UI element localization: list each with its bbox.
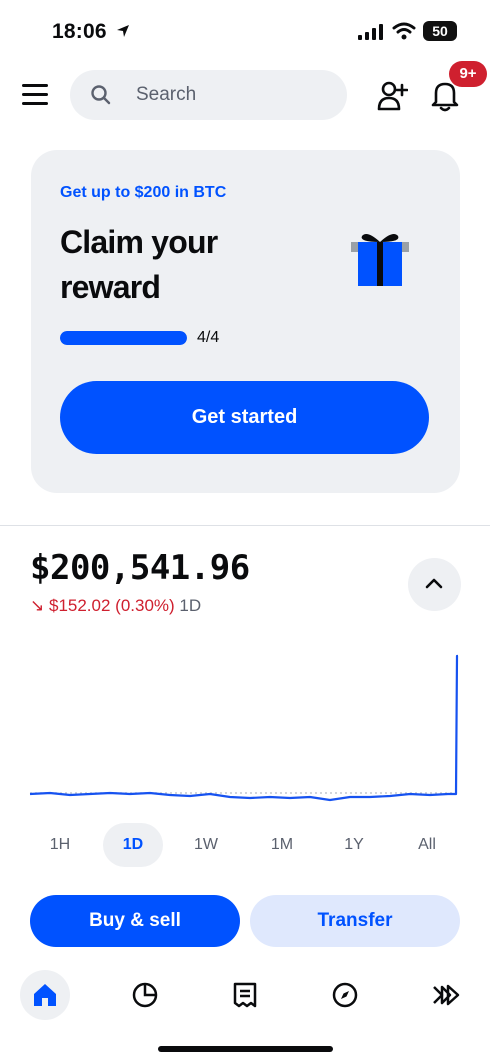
chart-line [29, 654, 459, 802]
search-icon [91, 85, 111, 105]
time-range-selector: 1H 1D 1W 1M 1Y All [30, 823, 460, 867]
location-arrow-icon [117, 25, 129, 37]
home-indicator [158, 1046, 333, 1052]
range-1h[interactable]: 1H [30, 823, 90, 867]
range-1d[interactable]: 1D [103, 823, 163, 867]
portfolio-icon [132, 982, 158, 1008]
tab-explore[interactable] [320, 965, 370, 1025]
home-icon [34, 984, 56, 1006]
balance-change: ↘ $152.02 (0.30%) 1D [30, 596, 201, 616]
change-period: 1D [179, 596, 202, 615]
search-placeholder: Search [136, 84, 197, 105]
gift-icon [351, 234, 409, 286]
section-divider [0, 525, 490, 526]
transfer-button[interactable]: Transfer [250, 895, 460, 947]
range-1y[interactable]: 1Y [324, 823, 384, 867]
reward-promo-card: Get up to $200 in BTC Claim your reward … [31, 150, 460, 493]
bottom-nav [0, 965, 490, 1025]
status-time: 18:06 [52, 20, 107, 43]
trade-icon [433, 984, 460, 1006]
cellular-signal-icon [358, 24, 383, 40]
portfolio-chart[interactable] [0, 640, 490, 820]
buy-sell-button[interactable]: Buy & sell [30, 895, 240, 947]
transactions-icon [233, 982, 257, 1008]
tab-portfolio[interactable] [120, 965, 170, 1025]
range-1w[interactable]: 1W [176, 823, 236, 867]
reward-progress-text: 4/4 [197, 329, 220, 346]
promo-headline: Claim your reward [60, 224, 218, 305]
add-user-icon[interactable] [376, 80, 408, 112]
change-arrow-icon: ↘ [30, 596, 45, 615]
collapse-chart-button[interactable] [408, 558, 461, 611]
chevron-up-icon [425, 578, 443, 589]
promo-eyebrow: Get up to $200 in BTC [60, 184, 227, 201]
portfolio-balance: $200,541.96 [30, 548, 250, 588]
change-amount: $152.02 (0.30%) [48, 596, 175, 615]
tab-trade[interactable] [418, 965, 468, 1025]
tab-home[interactable] [20, 965, 70, 1025]
range-all[interactable]: All [397, 823, 457, 867]
reward-progress-bar [60, 331, 187, 345]
tab-transactions[interactable] [220, 965, 270, 1025]
status-bar: 18:06 50 [0, 0, 490, 60]
notification-badge: 9+ [449, 61, 487, 87]
reward-progress-fill [60, 331, 187, 345]
get-started-button[interactable]: Get started [60, 381, 429, 454]
wifi-icon [392, 22, 416, 40]
explore-icon [332, 982, 358, 1008]
search-input[interactable]: Search [70, 70, 347, 120]
range-1m[interactable]: 1M [252, 823, 312, 867]
battery-indicator: 50 [423, 21, 457, 41]
menu-icon[interactable] [22, 84, 48, 106]
